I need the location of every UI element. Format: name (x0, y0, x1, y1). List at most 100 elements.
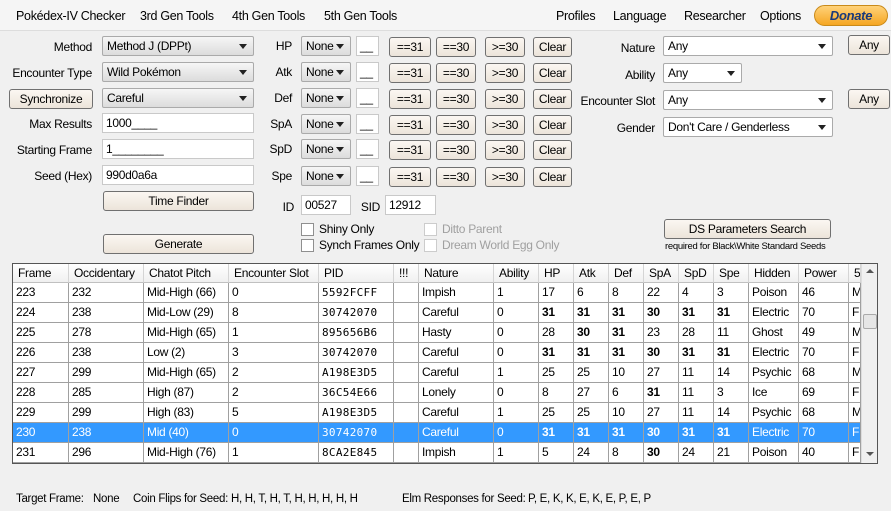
iv-hp-eq30-button[interactable]: ==30 (436, 37, 476, 57)
cell-nature: Careful (419, 363, 494, 383)
table-row[interactable]: 228 285 High (87) 2 36C54E66 Lonely 0 8 27 6 31 11 3… (13, 383, 861, 403)
iv-spd-eq31-button[interactable]: ==31 (389, 140, 431, 160)
generate-button[interactable]: Generate (103, 234, 254, 254)
iv-spa-eq30-button[interactable]: ==30 (436, 115, 476, 135)
coin-flips-label: Coin Flips for Seed: (133, 493, 228, 505)
method-select[interactable]: Method J (DPPt) (102, 36, 254, 56)
encounter-slot-any-button[interactable]: Any (848, 89, 890, 109)
column-header-shiny-marker[interactable]: !!! (394, 264, 419, 283)
gender-select[interactable]: Don't Care / Genderless (663, 117, 833, 137)
synch-frames-only-checkbox[interactable] (301, 239, 314, 252)
table-row[interactable]: 229 299 High (83) 5 A198E3D5 Careful 1 25 25 10 27… (13, 403, 861, 423)
iv-hp-eq31-button[interactable]: ==31 (389, 37, 431, 57)
iv-def-eq30-button[interactable]: ==30 (436, 89, 476, 109)
ability-select[interactable]: Any (663, 63, 742, 83)
scroll-down-icon[interactable] (866, 452, 874, 456)
iv-spe-clear-button[interactable]: Clear (533, 167, 572, 187)
table-row-selected[interactable]: 230 238 Mid (40) 0 30742070 Careful 0 31 31 31 30 3… (13, 423, 861, 443)
iv-spe-value-input[interactable]: __ (356, 166, 379, 186)
nature-any-button[interactable]: Any (848, 35, 890, 55)
iv-def-compare-select[interactable]: None (301, 88, 351, 108)
column-header-gender[interactable]: 5 (849, 264, 861, 283)
id-input[interactable]: 00527 (301, 195, 351, 215)
synchronize-nature-select[interactable]: Careful (102, 88, 254, 108)
menu-options[interactable]: Options (760, 9, 801, 23)
table-row[interactable]: 224 238 Mid-Low (29) 8 30742070 Careful 0 31 31 3… (13, 303, 861, 323)
iv-hp-ge30-button[interactable]: >=30 (485, 37, 525, 57)
column-header-hidden-power[interactable]: Power (799, 264, 849, 283)
iv-spe-eq30-button[interactable]: ==30 (436, 167, 476, 187)
menu-pokedex-iv-checker[interactable]: Pokédex-IV Checker (16, 9, 126, 23)
shiny-only-checkbox[interactable] (301, 223, 314, 236)
cell-spa: 23 (644, 323, 679, 343)
column-header-occidentary[interactable]: Occidentary (69, 264, 144, 283)
iv-atk-eq30-button[interactable]: ==30 (436, 63, 476, 83)
synchronize-button[interactable]: Synchronize (9, 89, 93, 109)
iv-spd-ge30-button[interactable]: >=30 (485, 140, 525, 160)
iv-atk-compare-select[interactable]: None (301, 62, 351, 82)
iv-spe-eq31-button[interactable]: ==31 (389, 167, 431, 187)
column-header-ability[interactable]: Ability (494, 264, 539, 283)
sid-input[interactable]: 12912 (385, 195, 436, 215)
column-header-chatot-pitch[interactable]: Chatot Pitch (144, 264, 229, 283)
scroll-up-icon[interactable] (866, 269, 874, 273)
encounter-type-select[interactable]: Wild Pokémon (102, 62, 254, 82)
table-row[interactable]: 223 232 Mid-High (66) 0 5592FCFF Impish 1 17 6 8 2… (13, 283, 861, 303)
cell-frame: 227 (13, 363, 69, 383)
column-header-atk[interactable]: Atk (574, 264, 609, 283)
menu-3rd-gen-tools[interactable]: 3rd Gen Tools (140, 9, 214, 23)
column-header-spd[interactable]: SpD (679, 264, 714, 283)
table-row[interactable]: 231 296 Mid-High (76) 1 8CA2E845 Impish 1 5 24 8 3… (13, 443, 861, 463)
cell-nature: Impish (419, 283, 494, 303)
ds-parameters-search-button[interactable]: DS Parameters Search (664, 219, 831, 239)
iv-spa-ge30-button[interactable]: >=30 (485, 115, 525, 135)
iv-def-ge30-button[interactable]: >=30 (485, 89, 525, 109)
max-results-input[interactable]: 1000____ (102, 113, 254, 133)
iv-atk-value-input[interactable]: __ (356, 62, 379, 82)
column-header-def[interactable]: Def (609, 264, 644, 283)
iv-def-value-input[interactable]: __ (356, 88, 379, 108)
iv-spd-eq30-button[interactable]: ==30 (436, 140, 476, 160)
menu-researcher[interactable]: Researcher (684, 9, 746, 23)
results-table[interactable]: Frame Occidentary Chatot Pitch Encounter Sl… (12, 263, 878, 464)
iv-def-eq31-button[interactable]: ==31 (389, 89, 431, 109)
column-header-hp[interactable]: HP (539, 264, 574, 283)
iv-spe-compare-select[interactable]: None (301, 166, 351, 186)
iv-spd-value-input[interactable]: __ (356, 139, 379, 159)
menu-profiles[interactable]: Profiles (556, 9, 596, 23)
column-header-nature[interactable]: Nature (419, 264, 494, 283)
donate-button[interactable]: Donate (814, 5, 888, 26)
id-label: ID (282, 200, 295, 214)
iv-spa-eq31-button[interactable]: ==31 (389, 115, 431, 135)
menu-5th-gen-tools[interactable]: 5th Gen Tools (324, 9, 397, 23)
scrollbar-thumb[interactable] (863, 314, 877, 329)
table-row[interactable]: 227 299 Mid-High (65) 2 A198E3D5 Careful 1 25 25… (13, 363, 861, 383)
cell-atk: 27 (574, 383, 609, 403)
column-header-pid[interactable]: PID (319, 264, 394, 283)
vertical-scrollbar[interactable] (861, 264, 877, 463)
column-header-frame[interactable]: Frame (13, 264, 69, 283)
seed-input[interactable]: 990d0a6a (102, 165, 254, 185)
iv-spd-clear-button[interactable]: Clear (533, 140, 572, 160)
encounter-slot-select[interactable]: Any (663, 90, 833, 110)
iv-spa-value-input[interactable]: __ (356, 114, 379, 134)
column-header-hidden-power-type[interactable]: Hidden (749, 264, 799, 283)
iv-atk-eq31-button[interactable]: ==31 (389, 63, 431, 83)
starting-frame-input[interactable]: 1________ (102, 139, 254, 159)
menu-4th-gen-tools[interactable]: 4th Gen Tools (232, 9, 305, 23)
iv-spd-compare-select[interactable]: None (301, 139, 351, 159)
column-header-encounter-slot[interactable]: Encounter Slot (229, 264, 319, 283)
table-row[interactable]: 226 238 Low (2) 3 30742070 Careful 0 31 31 31 30 31… (13, 343, 861, 363)
nature-select[interactable]: Any (663, 36, 833, 56)
time-finder-button[interactable]: Time Finder (103, 191, 254, 211)
column-header-spa[interactable]: SpA (644, 264, 679, 283)
iv-spe-ge30-button[interactable]: >=30 (485, 167, 525, 187)
iv-hp-compare-select[interactable]: None (301, 36, 351, 56)
cell-shiny-marker (394, 443, 419, 463)
menu-language[interactable]: Language (613, 9, 667, 23)
table-row[interactable]: 225 278 Mid-High (65) 1 895656B6 Hasty 0 28 30 31… (13, 323, 861, 343)
iv-hp-value-input[interactable]: __ (356, 36, 379, 56)
iv-atk-ge30-button[interactable]: >=30 (485, 63, 525, 83)
column-header-spe[interactable]: Spe (714, 264, 749, 283)
iv-spa-compare-select[interactable]: None (301, 114, 351, 134)
